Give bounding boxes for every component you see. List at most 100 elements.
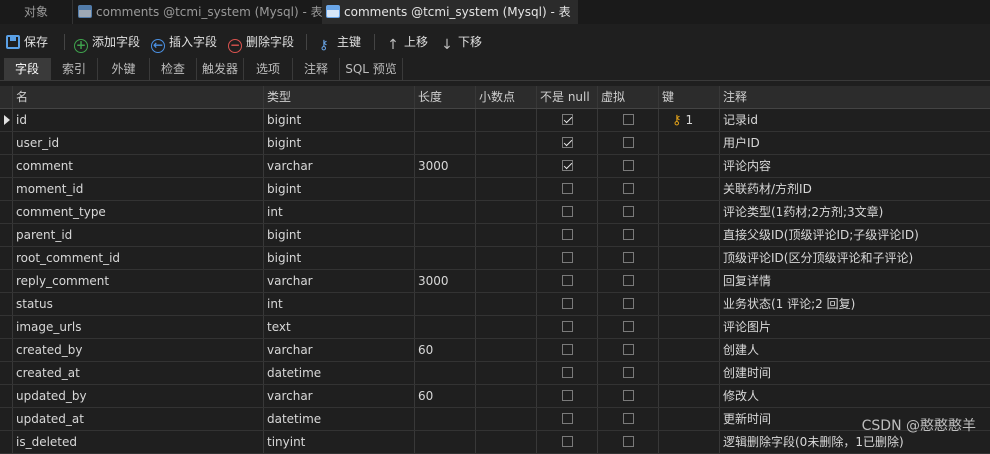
field-type-cell[interactable]: bigint	[264, 132, 415, 154]
field-comment-cell[interactable]: 关联药材/方剂ID	[720, 178, 990, 200]
tab-checks[interactable]: 检查	[150, 58, 197, 80]
key-cell[interactable]	[659, 431, 720, 453]
tab-sql-preview[interactable]: SQL 预览	[340, 58, 403, 80]
table-row[interactable]: root_comment_id bigint 顶级评论ID(区分顶级评论和子评论)	[0, 247, 990, 270]
field-length-cell[interactable]	[415, 247, 476, 269]
not-null-checkbox[interactable]	[562, 321, 573, 332]
column-header-length[interactable]: 长度	[415, 86, 476, 108]
field-decimal-cell[interactable]	[476, 224, 537, 246]
field-length-cell[interactable]	[415, 431, 476, 453]
field-length-cell[interactable]	[415, 132, 476, 154]
field-type-cell[interactable]: text	[264, 316, 415, 338]
table-row[interactable]: status int 业务状态(1 评论;2 回复)	[0, 293, 990, 316]
field-name-cell[interactable]: root_comment_id	[13, 247, 264, 269]
field-comment-cell[interactable]: 修改人	[720, 385, 990, 407]
field-name-cell[interactable]: user_id	[13, 132, 264, 154]
field-decimal-cell[interactable]	[476, 155, 537, 177]
field-comment-cell[interactable]: 创建人	[720, 339, 990, 361]
virtual-checkbox[interactable]	[623, 252, 634, 263]
column-header-not-null[interactable]: 不是 null	[537, 86, 598, 108]
field-length-cell[interactable]	[415, 224, 476, 246]
virtual-checkbox[interactable]	[623, 275, 634, 286]
key-cell[interactable]	[659, 247, 720, 269]
not-null-checkbox[interactable]	[562, 206, 573, 217]
virtual-checkbox[interactable]	[623, 160, 634, 171]
field-type-cell[interactable]: bigint	[264, 247, 415, 269]
key-cell[interactable]	[659, 408, 720, 430]
field-name-cell[interactable]: comment_type	[13, 201, 264, 223]
save-button[interactable]: 保存	[6, 32, 48, 52]
move-down-button[interactable]: ↓ 下移	[440, 32, 482, 52]
table-row[interactable]: moment_id bigint 关联药材/方剂ID	[0, 178, 990, 201]
tab-foreign-keys[interactable]: 外键	[98, 58, 150, 80]
field-name-cell[interactable]: status	[13, 293, 264, 315]
column-header-type[interactable]: 类型	[264, 86, 415, 108]
field-name-cell[interactable]: id	[13, 109, 264, 131]
field-type-cell[interactable]: bigint	[264, 178, 415, 200]
field-length-cell[interactable]	[415, 109, 476, 131]
key-cell[interactable]	[659, 316, 720, 338]
field-comment-cell[interactable]: 业务状态(1 评论;2 回复)	[720, 293, 990, 315]
field-type-cell[interactable]: varchar	[264, 270, 415, 292]
field-comment-cell[interactable]: 直接父级ID(顶级评论ID;子级评论ID)	[720, 224, 990, 246]
field-decimal-cell[interactable]	[476, 316, 537, 338]
field-comment-cell[interactable]: 创建时间	[720, 362, 990, 384]
virtual-checkbox[interactable]	[623, 321, 634, 332]
not-null-checkbox[interactable]	[562, 344, 573, 355]
add-field-button[interactable]: + 添加字段	[74, 32, 140, 53]
not-null-checkbox[interactable]	[562, 229, 573, 240]
tab-options[interactable]: 选项	[244, 58, 293, 80]
field-comment-cell[interactable]: 回复详情	[720, 270, 990, 292]
field-decimal-cell[interactable]	[476, 362, 537, 384]
column-header-decimal[interactable]: 小数点	[476, 86, 537, 108]
column-header-key[interactable]: 键	[659, 86, 720, 108]
field-decimal-cell[interactable]	[476, 431, 537, 453]
key-cell[interactable]	[659, 385, 720, 407]
key-cell[interactable]	[659, 362, 720, 384]
key-cell[interactable]	[659, 132, 720, 154]
not-null-checkbox[interactable]	[562, 367, 573, 378]
field-name-cell[interactable]: created_by	[13, 339, 264, 361]
field-name-cell[interactable]: comment	[13, 155, 264, 177]
field-name-cell[interactable]: parent_id	[13, 224, 264, 246]
tab-comments[interactable]: 注释	[293, 58, 340, 80]
not-null-checkbox[interactable]	[562, 252, 573, 263]
tab-triggers[interactable]: 触发器	[197, 58, 244, 80]
field-name-cell[interactable]: moment_id	[13, 178, 264, 200]
key-cell[interactable]	[659, 201, 720, 223]
field-length-cell[interactable]	[415, 316, 476, 338]
column-header-comment[interactable]: 注释	[720, 86, 990, 108]
field-comment-cell[interactable]: 用户ID	[720, 132, 990, 154]
field-name-cell[interactable]: reply_comment	[13, 270, 264, 292]
field-comment-cell[interactable]: 顶级评论ID(区分顶级评论和子评论)	[720, 247, 990, 269]
tab-comments-design-1[interactable]: comments @tcmi_system (Mysql) - 表	[74, 0, 324, 24]
field-comment-cell[interactable]: 评论内容	[720, 155, 990, 177]
primary-key-button[interactable]: ⚷ 主键	[319, 32, 361, 53]
virtual-checkbox[interactable]	[623, 229, 634, 240]
virtual-checkbox[interactable]	[623, 367, 634, 378]
field-decimal-cell[interactable]	[476, 339, 537, 361]
field-type-cell[interactable]: varchar	[264, 385, 415, 407]
virtual-checkbox[interactable]	[623, 344, 634, 355]
virtual-checkbox[interactable]	[623, 114, 634, 125]
field-decimal-cell[interactable]	[476, 109, 537, 131]
tab-comments-design-active[interactable]: comments @tcmi_system (Mysql) - 表	[322, 0, 578, 24]
field-decimal-cell[interactable]	[476, 293, 537, 315]
field-type-cell[interactable]: tinyint	[264, 431, 415, 453]
table-row[interactable]: comment_type int 评论类型(1药材;2方剂;3文章)	[0, 201, 990, 224]
tab-objects[interactable]: 对象	[0, 0, 73, 24]
table-row[interactable]: parent_id bigint 直接父级ID(顶级评论ID;子级评论ID)	[0, 224, 990, 247]
table-row[interactable]: updated_at datetime 更新时间	[0, 408, 990, 431]
not-null-checkbox[interactable]	[562, 413, 573, 424]
table-row[interactable]: reply_comment varchar 3000 回复详情	[0, 270, 990, 293]
not-null-checkbox[interactable]	[562, 275, 573, 286]
field-type-cell[interactable]: datetime	[264, 408, 415, 430]
field-length-cell[interactable]	[415, 408, 476, 430]
virtual-checkbox[interactable]	[623, 413, 634, 424]
field-length-cell[interactable]	[415, 201, 476, 223]
field-comment-cell[interactable]: 记录id	[720, 109, 990, 131]
field-length-cell[interactable]: 60	[415, 339, 476, 361]
table-row[interactable]: created_at datetime 创建时间	[0, 362, 990, 385]
field-name-cell[interactable]: updated_at	[13, 408, 264, 430]
field-decimal-cell[interactable]	[476, 132, 537, 154]
